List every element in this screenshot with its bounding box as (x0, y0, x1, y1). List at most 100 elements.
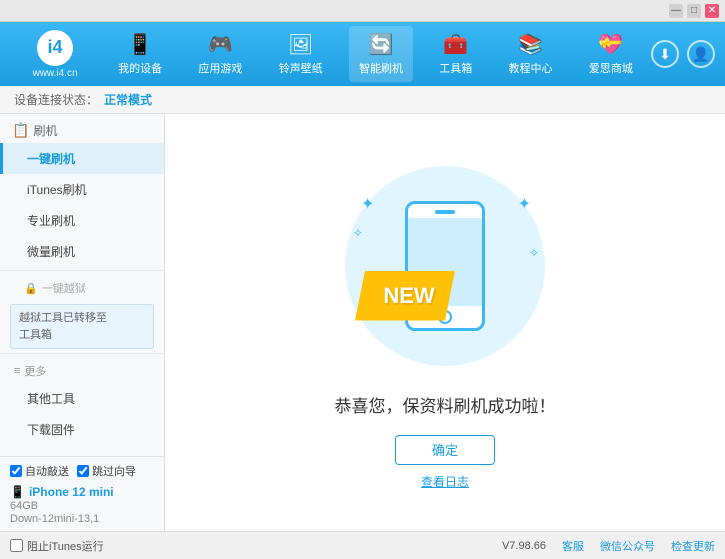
block-itunes-label[interactable]: 阻止iTunes运行 (27, 538, 104, 554)
bottom-right: V7.98.66 客服 微信公众号 检查更新 (502, 538, 715, 554)
sidebar-item-other-tools[interactable]: 其他工具 (0, 383, 164, 414)
device-name-text: iPhone 12 mini (29, 485, 114, 499)
smart-shop-icon: 🔄 (369, 32, 394, 57)
nav-item-wallpaper[interactable]: 🖼 铃声壁纸 (269, 26, 333, 82)
jailbreak-label: 一键越狱 (42, 280, 86, 296)
nav-item-my-device[interactable]: 📱 我的设备 (108, 26, 172, 82)
skip-guide-checkbox[interactable]: 跳过向导 (77, 463, 136, 479)
sidebar-device-area: 自动敲送 跳过向导 📱 iPhone 12 mini 64GB Down-12m… (0, 456, 164, 531)
success-text: 恭喜您，保资料刷机成功啦！ (335, 392, 556, 417)
nav-right: ⬇ 👤 (651, 40, 715, 68)
ribbon: NEW (355, 271, 455, 321)
sidebar-section-more: ≡ 更多 (0, 357, 164, 383)
divider-1 (0, 270, 164, 271)
minimize-button[interactable]: — (669, 4, 683, 18)
sidebar: 📋 刷机 一键刷机 iTunes刷机 专业刷机 微量刷机 🔒 一键越狱 (0, 114, 165, 531)
one-click-flash-label: 一键刷机 (27, 152, 75, 166)
status-value: 正常模式 (104, 91, 152, 108)
auto-send-label[interactable]: 自动敲送 (25, 463, 69, 479)
nav-label-wallpaper: 铃声壁纸 (279, 60, 323, 76)
device-storage: 64GB (10, 500, 154, 512)
auto-send-input[interactable] (10, 465, 22, 477)
download-button[interactable]: ⬇ (651, 40, 679, 68)
nav-item-tutorial[interactable]: 📚 教程中心 (499, 26, 563, 82)
nav-item-apps-games[interactable]: 🎮 应用游戏 (188, 26, 252, 82)
status-label: 设备连接状态： (14, 91, 98, 108)
sidebar-item-one-click-flash[interactable]: 一键刷机 (0, 143, 164, 174)
device-name: 📱 iPhone 12 mini (10, 485, 154, 499)
update-link[interactable]: 检查更新 (671, 538, 715, 554)
nav-item-love-shop[interactable]: 💝 爱思商城 (579, 26, 643, 82)
star-left-icon: ✦ (361, 194, 374, 214)
nav-label-smart-shop: 智能刷机 (359, 60, 403, 76)
sidebar-item-advanced[interactable]: 高级功能 (0, 445, 164, 452)
bottom-left: 阻止iTunes运行 (10, 538, 104, 554)
maximize-button[interactable]: □ (687, 4, 701, 18)
sidebar-item-download-firmware[interactable]: 下载固件 (0, 414, 164, 445)
title-bar: — □ ✕ (0, 0, 725, 22)
sparkle1-icon: ✧ (353, 226, 363, 240)
block-itunes-checkbox[interactable] (10, 539, 23, 552)
logo-area: i4 www.i4.cn (10, 30, 100, 79)
love-shop-icon: 💝 (598, 32, 623, 57)
nav-label-love-shop: 爱思商城 (589, 60, 633, 76)
other-tools-label: 其他工具 (27, 392, 75, 406)
nav-label-tutorial: 教程中心 (509, 60, 553, 76)
sparkle2-icon: ✧ (529, 246, 539, 260)
more-section-icon: ≡ (14, 365, 20, 377)
flash-section-title: 刷机 (33, 122, 57, 139)
secondary-link[interactable]: 查看日志 (421, 473, 469, 490)
phone-speaker (435, 210, 455, 214)
device-ios: Down-12mini-13,1 (10, 513, 154, 525)
hero-illustration: ✦ ✦ ✧ ✧ NEW (335, 156, 555, 376)
support-link[interactable]: 客服 (562, 538, 584, 554)
status-bar: 设备连接状态： 正常模式 (0, 86, 725, 114)
confirm-button[interactable]: 确定 (395, 435, 495, 465)
flash-section-icon: 📋 (12, 122, 29, 139)
sidebar-section-flash: 📋 刷机 (0, 114, 164, 143)
version-text: V7.98.66 (502, 540, 546, 552)
jailbreak-info-text: 越狱工具已转移至工具箱 (19, 312, 107, 341)
nav-label-toolbox: 工具箱 (439, 60, 472, 76)
bottom-status-bar: 阻止iTunes运行 V7.98.66 客服 微信公众号 检查更新 (0, 531, 725, 559)
nav-label-my-device: 我的设备 (118, 60, 162, 76)
wechat-link[interactable]: 微信公众号 (600, 538, 655, 554)
skip-guide-label[interactable]: 跳过向导 (92, 463, 136, 479)
more-section-title: 更多 (24, 363, 46, 379)
ribbon-text: NEW (383, 283, 434, 309)
nav-item-smart-shop[interactable]: 🔄 智能刷机 (349, 26, 413, 82)
pro-flash-label: 专业刷机 (27, 214, 75, 228)
download-firmware-label: 下载固件 (27, 423, 75, 437)
divider-2 (0, 353, 164, 354)
skip-guide-input[interactable] (77, 465, 89, 477)
account-button[interactable]: 👤 (687, 40, 715, 68)
logo-icon: i4 (37, 30, 73, 66)
sidebar-item-micro-flash[interactable]: 微量刷机 (0, 236, 164, 267)
content-area: ✦ ✦ ✧ ✧ NEW 恭喜您，保资料刷机成功啦！ 确定 查看日志 (165, 114, 725, 531)
nav-item-toolbox[interactable]: 🧰 工具箱 (429, 26, 482, 82)
device-info: 📱 iPhone 12 mini 64GB Down-12mini-13,1 (10, 485, 154, 525)
nav-label-apps-games: 应用游戏 (198, 60, 242, 76)
apps-games-icon: 🎮 (208, 32, 233, 57)
checkbox-row: 自动敲送 跳过向导 (10, 463, 154, 479)
toolbox-icon: 🧰 (443, 32, 468, 57)
auto-send-checkbox[interactable]: 自动敲送 (10, 463, 69, 479)
close-button[interactable]: ✕ (705, 4, 719, 18)
micro-flash-label: 微量刷机 (27, 245, 75, 259)
wallpaper-icon: 🖼 (288, 32, 313, 57)
my-device-icon: 📱 (128, 32, 153, 57)
star-right-icon: ✦ (518, 194, 531, 214)
jailbreak-info-box: 越狱工具已转移至工具箱 (10, 304, 154, 349)
main-area: 📋 刷机 一键刷机 iTunes刷机 专业刷机 微量刷机 🔒 一键越狱 (0, 114, 725, 531)
lock-icon: 🔒 (24, 282, 38, 295)
tutorial-icon: 📚 (518, 32, 543, 57)
sidebar-item-pro-flash[interactable]: 专业刷机 (0, 205, 164, 236)
sidebar-top: 📋 刷机 一键刷机 iTunes刷机 专业刷机 微量刷机 🔒 一键越狱 (0, 114, 164, 452)
sidebar-item-itunes-flash[interactable]: iTunes刷机 (0, 174, 164, 205)
itunes-flash-label: iTunes刷机 (27, 183, 87, 197)
nav-items: 📱 我的设备 🎮 应用游戏 🖼 铃声壁纸 🔄 智能刷机 🧰 工具箱 📚 教程中心… (100, 26, 651, 82)
top-nav: i4 www.i4.cn 📱 我的设备 🎮 应用游戏 🖼 铃声壁纸 🔄 智能刷机… (0, 22, 725, 86)
sidebar-disabled-jailbreak: 🔒 一键越狱 (0, 274, 164, 300)
device-phone-icon: 📱 (10, 485, 25, 499)
logo-text: www.i4.cn (32, 68, 77, 79)
